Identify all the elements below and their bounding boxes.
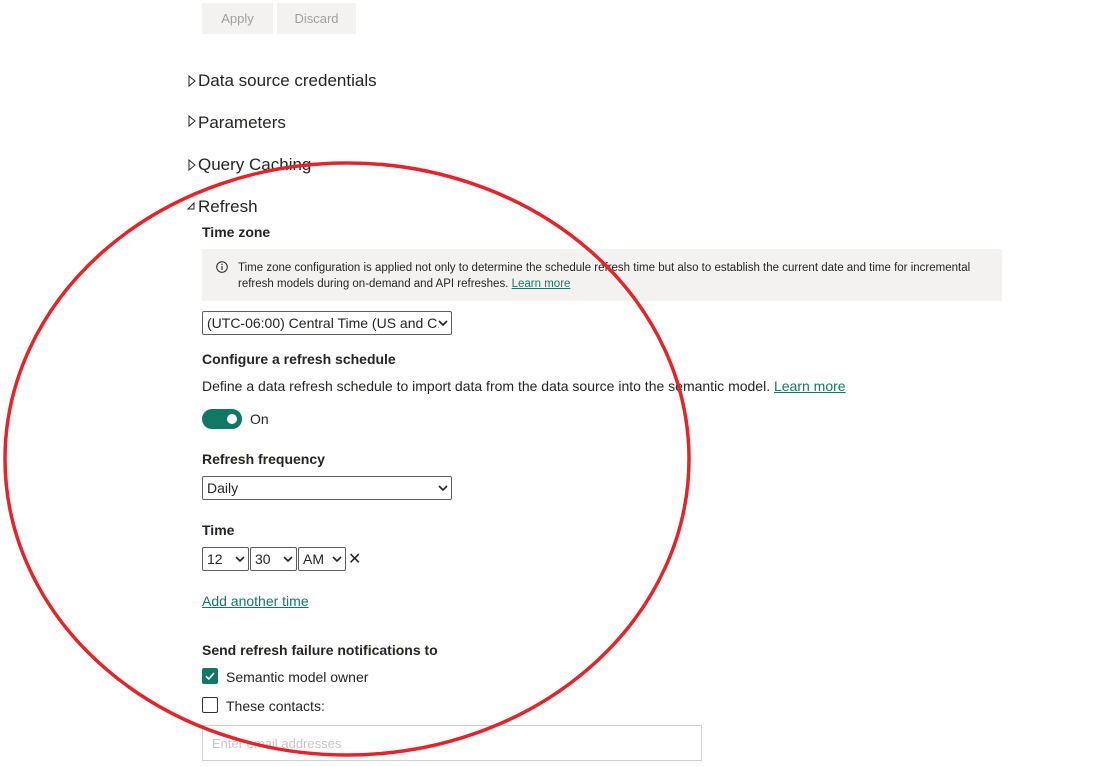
- time-zone-value: (UTC-06:00) Central Time (US and Canada): [207, 315, 439, 331]
- contacts-checkbox-label: These contacts:: [226, 698, 325, 714]
- owner-checkbox[interactable]: [202, 668, 218, 684]
- section-parameters[interactable]: Parameters: [186, 113, 286, 133]
- time-zone-info-box: Time zone configuration is applied not o…: [202, 249, 1002, 301]
- caret-down-icon: [186, 198, 198, 216]
- frequency-select[interactable]: Daily: [202, 476, 452, 500]
- section-label: Query Caching: [198, 155, 312, 174]
- email-addresses-input[interactable]: [202, 725, 702, 761]
- section-query-caching[interactable]: Query Caching: [186, 155, 311, 175]
- caret-right-icon: [186, 114, 198, 132]
- toggle-knob: [227, 414, 237, 424]
- time-zone-select[interactable]: (UTC-06:00) Central Time (US and Canada): [202, 311, 452, 335]
- add-another-time-link[interactable]: Add another time: [202, 593, 309, 609]
- chevron-down-icon: [332, 555, 342, 563]
- time-zone-label: Time zone: [202, 224, 271, 240]
- info-icon: [216, 261, 228, 273]
- schedule-description: Define a data refresh schedule to import…: [202, 378, 846, 394]
- checkmark-icon: [205, 672, 215, 681]
- section-refresh[interactable]: Refresh: [186, 197, 258, 217]
- frequency-value: Daily: [207, 480, 239, 496]
- section-label: Refresh: [198, 197, 258, 216]
- hour-value: 12: [207, 551, 223, 567]
- info-text: Time zone configuration is applied not o…: [238, 262, 971, 290]
- caret-right-icon: [186, 72, 198, 90]
- minute-value: 30: [255, 551, 271, 567]
- minute-select[interactable]: 30: [250, 547, 297, 571]
- toggle-state-label: On: [250, 411, 269, 427]
- section-data-source-credentials[interactable]: Data source credentials: [186, 71, 377, 91]
- owner-checkbox-label: Semantic model owner: [226, 669, 369, 685]
- section-label: Data source credentials: [198, 71, 377, 90]
- discard-button[interactable]: Discard: [277, 3, 356, 34]
- chevron-down-icon: [283, 555, 293, 563]
- remove-time-icon[interactable]: ✕: [348, 549, 361, 569]
- schedule-toggle[interactable]: [202, 409, 242, 429]
- schedule-learn-more-link[interactable]: Learn more: [774, 378, 846, 394]
- settings-page: Apply Discard Data source credentials Pa…: [0, 0, 1115, 767]
- info-learn-more-link[interactable]: Learn more: [512, 278, 571, 290]
- ampm-select[interactable]: AM: [298, 547, 346, 571]
- chevron-down-icon: [438, 484, 448, 492]
- chevron-down-icon: [235, 555, 245, 563]
- apply-button[interactable]: Apply: [202, 3, 273, 34]
- hour-select[interactable]: 12: [202, 547, 249, 571]
- contacts-checkbox[interactable]: [202, 697, 218, 713]
- caret-right-icon: [186, 156, 198, 174]
- notify-heading: Send refresh failure notifications to: [202, 642, 438, 658]
- chevron-down-icon: [438, 319, 448, 327]
- section-label: Parameters: [198, 113, 286, 132]
- time-label: Time: [202, 522, 235, 538]
- frequency-label: Refresh frequency: [202, 451, 325, 467]
- ampm-value: AM: [303, 551, 324, 567]
- schedule-heading: Configure a refresh schedule: [202, 351, 396, 367]
- schedule-description-text: Define a data refresh schedule to import…: [202, 378, 771, 394]
